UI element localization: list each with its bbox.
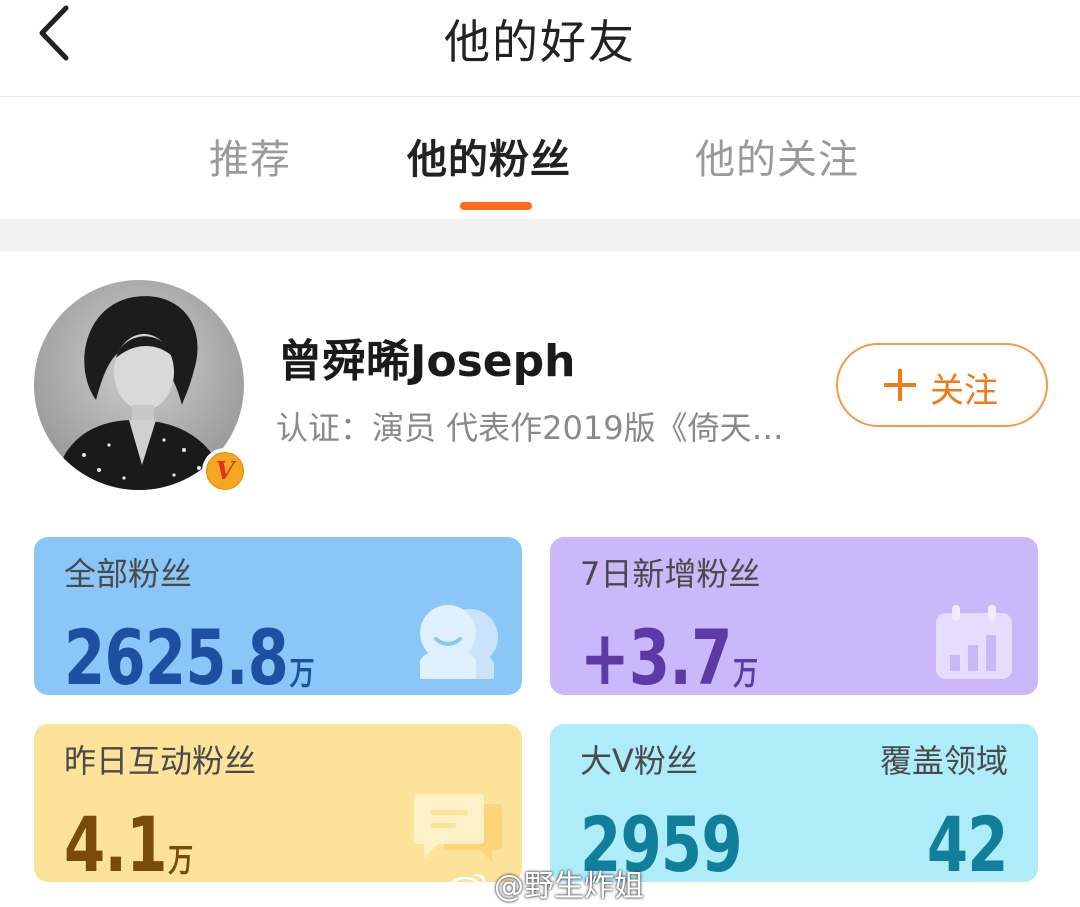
all-fans-card[interactable]: 全部粉丝 2625.8万	[34, 537, 522, 695]
verification-text: 认证：演员 代表作2019版《倚天…	[276, 409, 784, 447]
calendar-chart-icon	[934, 603, 1014, 687]
page-title: 他的好友	[444, 15, 636, 69]
watermark: @野生炸姐	[448, 861, 644, 905]
all-fans-label: 全部粉丝	[64, 555, 193, 593]
tab-his-following[interactable]: 他的关注	[695, 127, 859, 185]
coverage-domain-value: 42	[927, 800, 1009, 882]
new-fans-value: +3.7万	[580, 613, 758, 695]
all-fans-value: 2625.8万	[64, 613, 315, 695]
tab-bar: 推荐 他的粉丝 他的关注	[0, 97, 1080, 219]
active-fans-label: 昨日互动粉丝	[64, 742, 257, 780]
fans-faces-icon	[412, 603, 504, 687]
coverage-domain-number: 42	[927, 800, 1009, 882]
bigv-fans-label: 大V粉丝	[580, 742, 698, 780]
weibo-logo-icon	[448, 871, 488, 900]
plus-icon	[884, 369, 916, 401]
follow-button[interactable]: 关注	[836, 343, 1048, 427]
tab-his-fans[interactable]: 他的粉丝	[407, 127, 571, 185]
verified-v-badge-icon: V	[202, 448, 248, 494]
section-divider	[0, 219, 1080, 251]
new-fans-card[interactable]: 7日新增粉丝 +3.7万	[550, 537, 1038, 695]
all-fans-number: 2625.8	[64, 613, 289, 695]
chat-bubble-icon	[414, 790, 504, 872]
bigv-fans-card[interactable]: 大V粉丝 覆盖领域 2959 42	[550, 724, 1038, 882]
active-fans-card[interactable]: 昨日互动粉丝 4.1万	[34, 724, 522, 882]
coverage-domain-label: 覆盖领域	[879, 742, 1008, 780]
follow-button-label: 关注	[930, 371, 998, 411]
all-fans-unit: 万	[289, 654, 315, 692]
active-tab-indicator	[460, 202, 532, 210]
tab-recommend[interactable]: 推荐	[209, 127, 291, 185]
new-fans-label: 7日新增粉丝	[580, 555, 761, 593]
new-fans-unit: 万	[733, 654, 759, 692]
active-fans-value: 4.1万	[64, 800, 193, 882]
active-fans-unit: 万	[168, 841, 194, 879]
top-bar: 他的好友	[0, 0, 1080, 97]
watermark-text: @野生炸姐	[494, 869, 644, 904]
active-fans-number: 4.1	[64, 800, 167, 882]
new-fans-number: +3.7	[580, 613, 732, 695]
user-name[interactable]: 曾舜晞Joseph	[278, 325, 575, 389]
